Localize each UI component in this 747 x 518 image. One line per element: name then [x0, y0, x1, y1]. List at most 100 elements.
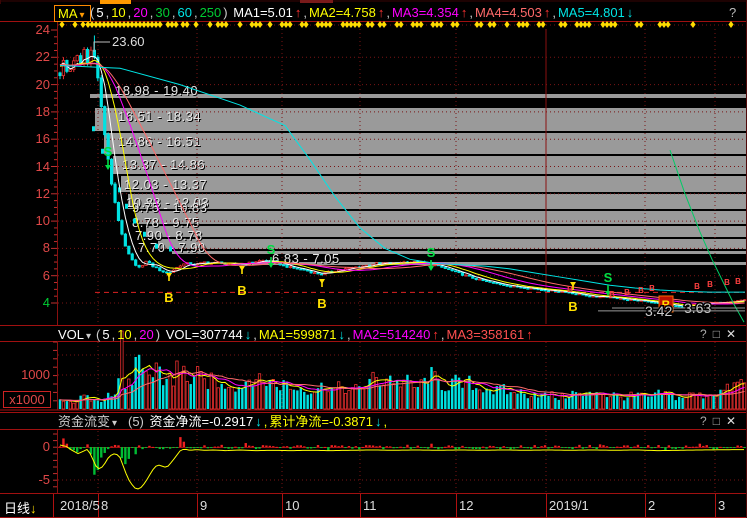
- legend-segment: 资金净流=-0.2917: [150, 414, 254, 429]
- legend-segment: ,: [128, 5, 132, 20]
- period-selector[interactable]: 日线↓: [4, 498, 37, 517]
- legend-segment: MA3=4.354: [392, 5, 459, 20]
- pane-borders: [0, 0, 747, 518]
- axis-label: 12: [0, 186, 50, 201]
- legend-segment: ↓: [245, 327, 252, 342]
- legend-segment: (: [90, 5, 94, 20]
- legend-segment: ,: [303, 5, 307, 20]
- legend-segment: MA4=4.503: [475, 5, 542, 20]
- legend-segment: 20: [133, 5, 147, 20]
- legend-segment: ,: [469, 5, 473, 20]
- axis-label: 16: [0, 131, 50, 146]
- chart-canvas[interactable]: SBBSBSBSBBBBBBBBBB23.603.633.42: [0, 0, 747, 518]
- ma-legend: (5,10,20,30,60,250) MA1=5.01↑,MA2=4.758↑…: [90, 5, 635, 20]
- timeline-divider: [456, 494, 457, 518]
- buy-marker: B: [568, 299, 577, 314]
- mini-buy-tag: B: [567, 285, 573, 294]
- legend-segment: 10: [117, 327, 131, 342]
- mini-buy-tag: B: [624, 288, 630, 297]
- axis-label: 18: [0, 104, 50, 119]
- legend-segment: ↑: [544, 5, 551, 20]
- legend-segment: 累计净流=-0.3871: [269, 414, 373, 429]
- legend-segment: ,: [441, 327, 445, 342]
- axis-label: 10: [0, 213, 50, 228]
- mini-buy-tag: B: [735, 277, 741, 286]
- vol-pane-window-icons[interactable]: ?□✕: [700, 327, 742, 342]
- legend-segment: ↑: [295, 5, 302, 20]
- timeline-label: 12: [459, 498, 473, 513]
- sell-marker: S: [604, 270, 613, 285]
- axis-label: 22: [0, 49, 50, 64]
- legend-segment: ↑: [432, 327, 439, 342]
- legend-segment: ↓: [255, 414, 262, 429]
- timeline-label: 9: [200, 498, 207, 513]
- timeline-divider: [546, 494, 547, 518]
- legend-segment: MA1=5.01: [233, 5, 293, 20]
- legend-segment: MA5=4.801: [558, 5, 625, 20]
- close-icon: ✕: [726, 414, 740, 428]
- vol-legend: (5,10,20) VOL=307744↓,MA1=599871↓,MA2=51…: [96, 327, 535, 342]
- legend-segment: ,: [172, 5, 176, 20]
- buy-marker: B: [237, 283, 246, 298]
- mini-buy-tag: B: [724, 278, 730, 287]
- legend-segment: ,: [112, 327, 116, 342]
- peak-price-label: 23.60: [112, 34, 145, 49]
- axis-label: 6: [0, 268, 50, 283]
- legend-segment: MA3=358161: [446, 327, 524, 342]
- axis-label: 20: [0, 77, 50, 92]
- timeline-divider: [360, 494, 361, 518]
- buy-marker: B: [317, 296, 326, 311]
- sell-marker: S: [267, 242, 276, 257]
- axis-label: 24: [0, 22, 50, 37]
- legend-segment: 250: [200, 5, 222, 20]
- legend-segment: MA2=514240: [353, 327, 431, 342]
- volume-indicator-header: VOL▾ (5,10,20) VOL=307744↓,MA1=599871↓,M…: [0, 327, 747, 344]
- flow-indicator-dropdown[interactable]: 资金流变▾: [58, 414, 119, 431]
- timeline-label: 3: [718, 498, 725, 513]
- timeline-label: 10: [285, 498, 299, 513]
- legend-segment: 20: [139, 327, 153, 342]
- timeline-label: 2: [648, 498, 655, 513]
- close-icon: ✕: [726, 327, 740, 341]
- flow-bars: [59, 437, 746, 475]
- legend-segment: 5: [102, 327, 109, 342]
- main-indicator-header: MA▾ (5,10,20,30,60,250) MA1=5.01↑,MA2=4.…: [0, 3, 747, 20]
- legend-segment: MA2=4.758: [309, 5, 376, 20]
- legend-segment: MA1=599871: [259, 327, 337, 342]
- axis-label: 0: [0, 439, 50, 454]
- mini-buy-tag: B: [649, 284, 655, 293]
- support-price-label: 3.42: [645, 303, 672, 319]
- ma-lines: [60, 56, 745, 322]
- support-price-label: 3.63: [684, 300, 711, 316]
- legend-segment: ,: [552, 5, 556, 20]
- legend-segment: ): [156, 327, 164, 342]
- flow-pane-window-icons[interactable]: ?□✕: [700, 414, 742, 429]
- money-flow-indicator-header: 资金流变▾ (5) 资金净流=-0.2917↓,累计净流=-0.3871↓, ?…: [0, 414, 747, 431]
- legend-segment: VOL=307744: [166, 327, 243, 342]
- maximize-icon: □: [713, 414, 724, 428]
- legend-segment: 60: [177, 5, 191, 20]
- vol-indicator-dropdown[interactable]: VOL▾: [58, 327, 93, 344]
- timeline-divider: [53, 494, 54, 518]
- timeline-divider: [645, 494, 646, 518]
- axis-label: 14: [0, 159, 50, 174]
- mini-buy-tag: B: [707, 280, 713, 289]
- legend-segment: 30: [155, 5, 169, 20]
- legend-segment: ,: [264, 414, 268, 429]
- sell-marker: S: [104, 144, 113, 159]
- legend-segment: ,: [106, 5, 110, 20]
- axis-label: -5: [0, 472, 50, 487]
- mini-buy-tag: B: [638, 286, 644, 295]
- legend-segment: 5: [96, 5, 103, 20]
- volume-unit-label: x1000: [3, 391, 51, 408]
- flow-legend: (5) 资金净流=-0.2917↓,累计净流=-0.3871↓,: [128, 414, 389, 429]
- timeline-status-bar: 日线↓ 2018/5891011122019/123: [0, 494, 747, 518]
- legend-segment: ↑: [461, 5, 468, 20]
- legend-segment: ↑: [378, 5, 385, 20]
- help-icon[interactable]: ?: [729, 5, 736, 20]
- ma-indicator-dropdown[interactable]: MA▾: [54, 5, 91, 22]
- legend-segment: ,: [347, 327, 351, 342]
- help-icon: ?: [700, 414, 711, 428]
- timeline-label: 2018/5: [60, 498, 100, 513]
- timeline-label: 8: [101, 498, 108, 513]
